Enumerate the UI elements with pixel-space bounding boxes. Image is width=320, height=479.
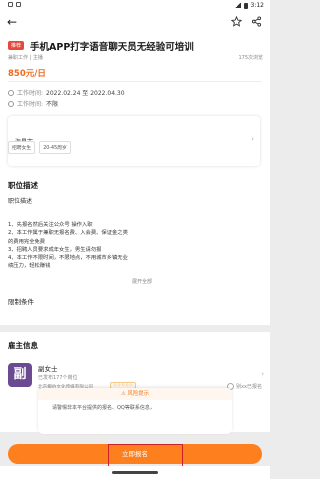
work-date-row: 工作时间: 2022.02.24 至 2022.04.30 [8,88,125,97]
description-subtitle: 职位描述 [8,198,33,205]
chevron-right-icon: › [261,370,264,378]
work-time-row: 工作时间: 不限 [8,99,58,108]
risk-tip-popup: ⚠ 风险提示 请警惕非本平台提供的报名、QQ等联系信息， [38,388,232,434]
status-bar: 3:12 [0,0,270,12]
app-notification-icon [8,2,13,7]
divider [8,81,262,82]
limit-chips: 招聘女生 20-45周岁 [8,141,71,154]
battery-icon [243,2,248,9]
job-description-card: 职位描述 职位描述 1、先报名然后关注公众号 操作入职 2、本工作属于兼职无报名… [0,170,270,325]
back-arrow-icon[interactable]: ← [7,15,17,29]
employer-posts: 已发布177个岗位 [38,375,78,381]
description-text: 1、先报名然后关注公众号 操作入职 2、本工作属于兼职无报名费、入会费、保证金之… [8,221,258,271]
applicants-text: 别xx已报名 [236,384,262,390]
avatar: 副 [8,363,32,387]
description-line: 绩压力，轻松赚钱 [8,263,51,270]
work-date-label: 工作时间: [17,90,44,97]
expand-all-link[interactable]: 展开全部 [132,278,152,285]
work-time-value: 不限 [46,101,59,108]
limit-chip: 招聘女生 [8,141,36,154]
salary: 850元/日 [8,69,46,79]
work-date-value: 2022.02.24 至 2022.04.30 [46,90,125,97]
description-line: 1、先报名然后关注公众号 操作入职 [8,222,93,228]
view-count: 175次浏览 [238,55,263,61]
section-title: 职位描述 [8,181,38,190]
navigation-bar [0,466,270,479]
risk-tip-body: 请警惕非本平台提供的报名、QQ等联系信息， [52,405,155,411]
clock-icon [8,100,14,107]
notification-icon [16,2,21,7]
applicants-note: 别xx已报名 [227,383,262,390]
chevron-right-icon: › [251,135,254,143]
risk-title-text: 风险提示 [127,391,150,397]
star-icon[interactable] [231,16,242,27]
recommend-badge: 推荐 [8,41,25,50]
limit-chip: 20-45周岁 [39,141,71,154]
description-line: 3、招聘人员要求成年女生，男生请勿报 [8,246,102,253]
share-icon[interactable] [251,16,262,27]
app-bar: ← [0,12,270,34]
risk-tip-title: ⚠ 风险提示 [38,388,232,400]
work-time-label: 工作时间: [17,101,44,108]
description-line: 4、本工作不限时间，不限地点，不用城市乡镇无业 [8,255,128,262]
job-type-meta: 兼职工作 | 主播 [8,55,43,61]
calendar-icon [8,89,14,96]
home-indicator[interactable] [112,471,158,474]
employer-name: 副女士 [38,365,58,373]
job-title: 手机APP打字语音聊天员无经验可培训 [30,42,194,53]
job-header-card: 推荐 手机APP打字语音聊天员无经验可培训 兼职工作 | 主播 175次浏览 8… [0,34,270,184]
description-line: 2、本工作属于兼职无报名费、入会费、保证金之类 [8,230,128,237]
status-time: 3:12 [250,2,264,9]
signal-icon [234,3,241,8]
limits-title: 限制条件 [8,298,34,306]
description-line: 的费用完全免费 [8,238,46,245]
employer-section-title: 雇主信息 [8,341,38,350]
